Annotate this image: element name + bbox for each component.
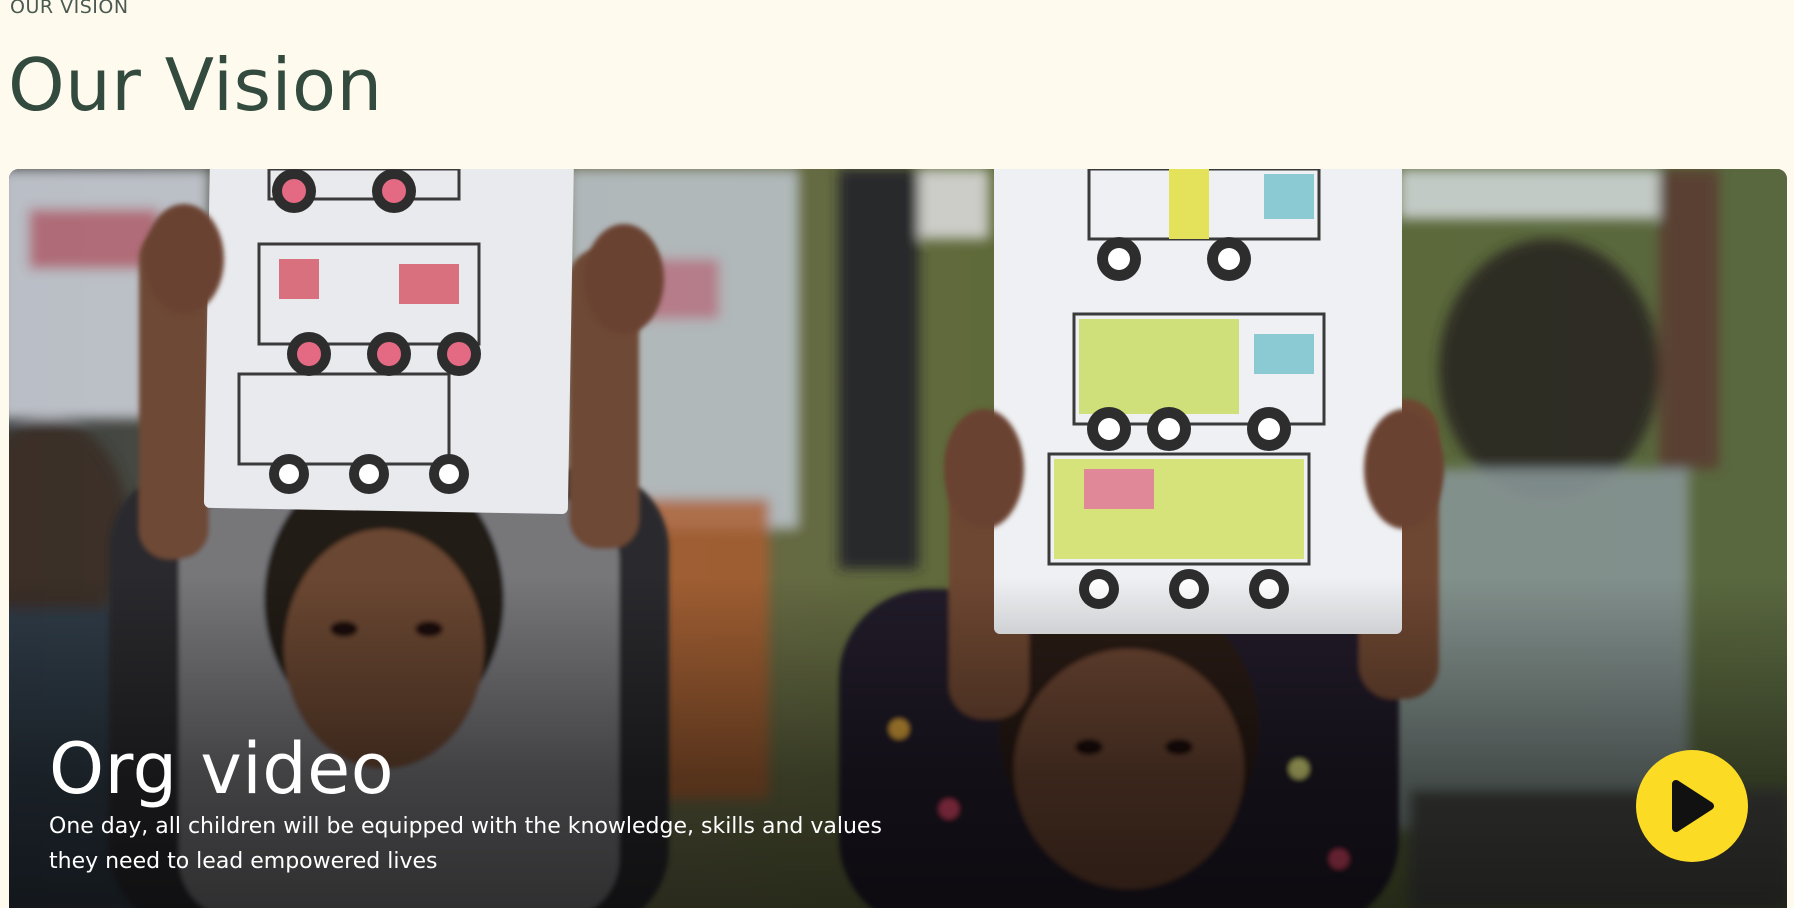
- play-icon: [1672, 780, 1714, 832]
- play-button[interactable]: [1636, 750, 1748, 862]
- video-card[interactable]: Org video One day, all children will be …: [9, 169, 1787, 908]
- video-description: One day, all children will be equipped w…: [49, 814, 882, 874]
- page-title: Our Vision: [8, 43, 383, 127]
- video-title: Org video: [49, 728, 395, 810]
- page: OUR VISION Our Vision Org video One day,…: [0, 0, 1794, 908]
- section-eyebrow: OUR VISION: [10, 0, 129, 18]
